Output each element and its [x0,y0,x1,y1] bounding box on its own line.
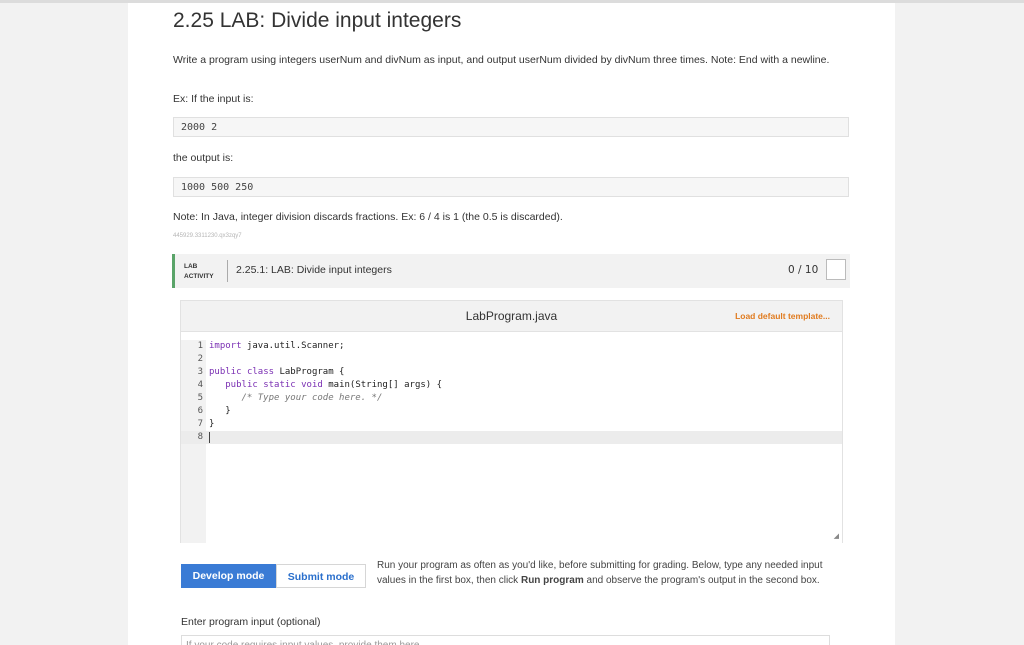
submit-mode-button[interactable]: Submit mode [276,564,366,588]
code-text: } [209,406,231,416]
code-text: public static void main(String[] args) { [225,380,443,390]
run-instructions: Run your program as often as you'd like,… [377,558,842,588]
example-input-block: 2000 2 [173,117,849,137]
editor-tab-bar: LabProgram.java Load default template... [181,301,842,331]
code-line[interactable]: 2 [181,353,842,366]
example-output-block: 1000 500 250 [173,177,849,197]
line-number: 8 [197,432,203,442]
code-comment: /* Type your code here. */ [209,393,383,403]
page-title: 2.25 LAB: Divide input integers [173,9,462,32]
content-page: 2.25 LAB: Divide input integers Write a … [128,3,895,645]
code-line[interactable]: 1 import java.util.Scanner; [181,340,842,353]
program-input-field[interactable] [181,635,830,645]
lab-activity-tag: LAB ACTIVITY [184,262,214,282]
lab-description: Write a program using integers userNum a… [173,54,830,66]
code-text: public class LabProgram { [209,367,345,377]
run-text-part2: and observe the program's output in the … [583,575,820,586]
develop-mode-button[interactable]: Develop mode [181,564,276,588]
resize-handle-icon[interactable]: ◢ [834,532,839,540]
code-text: } [209,419,215,429]
activity-score: 0 / 10 [788,264,819,276]
lab-id-text: 445929.3311230.qx3zqy7 [173,233,242,239]
line-number: 1 [197,341,203,351]
line-number: 4 [197,380,203,390]
load-default-template-link[interactable]: Load default template... [735,311,830,321]
code-line[interactable]: 4 public static void main(String[] args)… [181,379,842,392]
example-input-label: Ex: If the input is: [173,93,254,105]
example-output-label: the output is: [173,152,234,164]
line-number: 3 [197,367,203,377]
division-note: Note: In Java, integer division discards… [173,211,563,223]
run-program-bold: Run program [520,575,584,586]
completion-box-icon [826,259,846,280]
line-number: 2 [197,354,203,364]
code-line[interactable]: 5 /* Type your code here. */ [181,392,842,405]
code-line[interactable]: 6 } [181,405,842,418]
lab-tag-line2: ACTIVITY [184,273,214,280]
code-editor-panel: LabProgram.java Load default template...… [180,300,843,543]
lab-activity-header: LAB ACTIVITY 2.25.1: LAB: Divide input i… [172,254,850,288]
code-line[interactable]: 3 public class LabProgram { [181,366,842,379]
lab-tag-line1: LAB [184,263,198,270]
code-editor[interactable]: 1 import java.util.Scanner; 2 3 public c… [181,331,842,543]
code-line[interactable]: 7 } [181,418,842,431]
line-number: 7 [197,419,203,429]
program-input-label: Enter program input (optional) [181,616,321,628]
line-number: 5 [197,393,203,403]
text-caret [209,432,210,443]
line-number: 6 [197,406,203,416]
activity-name: 2.25.1: LAB: Divide input integers [236,264,392,276]
active-code-line[interactable]: 8 [181,431,842,444]
code-text: import java.util.Scanner; [209,341,345,351]
header-divider [227,260,228,282]
